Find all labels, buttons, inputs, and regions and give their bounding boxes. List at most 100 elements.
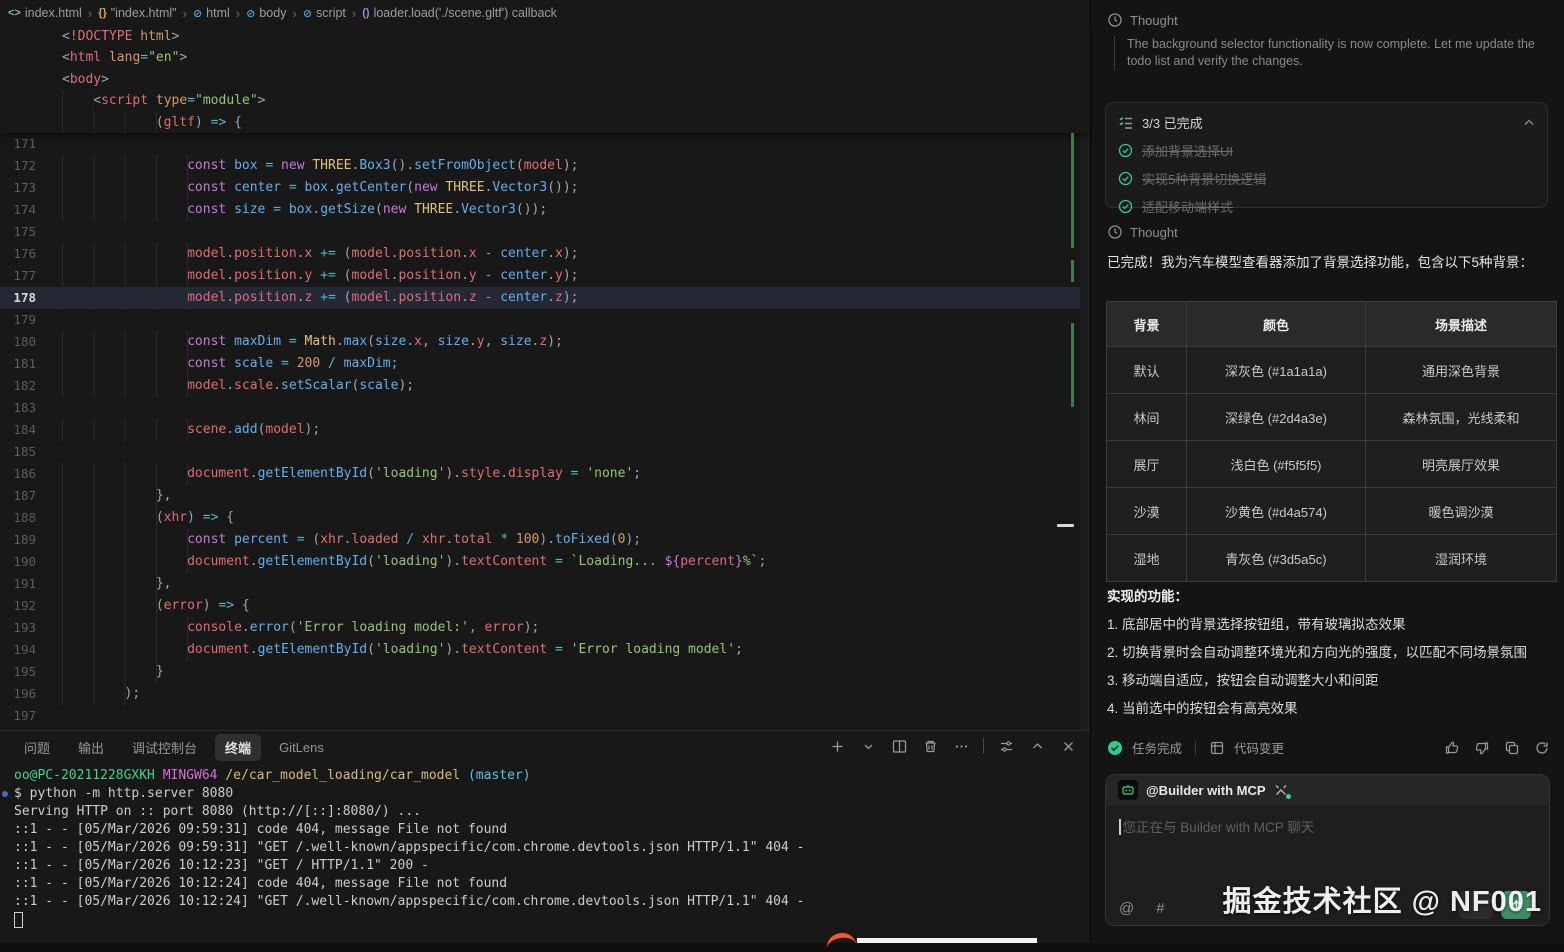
todo-collapse-icon[interactable] bbox=[1523, 117, 1535, 129]
thought-label: Thought bbox=[1130, 13, 1178, 28]
assistant-summary: 已完成！我为汽车模型查看器添加了背景选择功能，包含以下5种背景： bbox=[1107, 253, 1550, 272]
breadcrumb: <>index.html › {}"index.html" › ⊘html › ⊘body ›… bbox=[0, 0, 1090, 26]
new-terminal-icon[interactable] bbox=[825, 734, 849, 758]
table-header: 背景 bbox=[1107, 302, 1187, 347]
more-actions-icon[interactable] bbox=[949, 734, 973, 758]
panel-tab[interactable]: 终端 bbox=[215, 734, 261, 761]
table-cell: 青灰色 (#3d5a5c) bbox=[1187, 535, 1366, 582]
code-changes-label[interactable]: 代码变更 bbox=[1234, 738, 1284, 757]
breadcrumb-item[interactable]: ()loader.load('./scene.gltf') callback bbox=[362, 6, 557, 20]
sticky-scroll: <!DOCTYPE html><html lang="en"><body><sc… bbox=[0, 26, 1090, 133]
thought-body: The background selector functionality is… bbox=[1114, 36, 1548, 70]
todo-item: 适配移动端样式 bbox=[1118, 197, 1535, 216]
panel-tab[interactable]: 调试控制台 bbox=[122, 734, 207, 761]
breadcrumb-item[interactable]: ⊘html bbox=[193, 6, 230, 20]
maximize-panel-icon[interactable] bbox=[1025, 734, 1049, 758]
table-cell: 沙黄色 (#d4a574) bbox=[1187, 488, 1366, 535]
breadcrumb-item[interactable]: {}"index.html" bbox=[98, 6, 176, 20]
terminal-line: ::1 - - [05/Mar/2026 10:12:24] "GET /.we… bbox=[14, 893, 1090, 911]
code-line: 182model.scale.setScalar(scale); bbox=[0, 375, 1090, 397]
assistant-pane: Thought The background selector function… bbox=[1090, 0, 1564, 943]
breadcrumb-item[interactable]: <>index.html bbox=[8, 6, 82, 20]
code-line: 190document.getElementById('loading').te… bbox=[0, 551, 1090, 573]
mcp-tools-icon[interactable] bbox=[1274, 783, 1288, 797]
panel-tab[interactable]: 问题 bbox=[14, 734, 60, 761]
code-line: 185 bbox=[0, 441, 1090, 463]
task-complete-label: 任务完成 bbox=[1132, 738, 1182, 757]
command-decoration bbox=[2, 791, 8, 797]
check-circle-icon bbox=[1118, 199, 1134, 215]
partial-logo-bar bbox=[857, 938, 1037, 943]
breadcrumb-item[interactable]: ⊘body bbox=[246, 6, 286, 20]
close-panel-icon[interactable] bbox=[1056, 734, 1080, 758]
breadcrumb-separator: › bbox=[351, 6, 357, 21]
table-cell: 林间 bbox=[1107, 394, 1187, 441]
kill-terminal-icon[interactable] bbox=[918, 734, 942, 758]
todo-items: 添加背景选择UI实现5种背景切换逻辑适配移动端样式 bbox=[1118, 141, 1535, 216]
code-line: 188(xhr) => { bbox=[0, 507, 1090, 529]
profile-dropdown-icon[interactable] bbox=[856, 734, 880, 758]
features-title: 实现的功能： bbox=[1107, 585, 1550, 605]
thought-clock-icon bbox=[1107, 12, 1123, 28]
feature-item: 4. 当前选中的按钮会有高亮效果 bbox=[1107, 700, 1550, 717]
code-line: 180const maxDim = Math.max(size.x, size.… bbox=[0, 331, 1090, 353]
code-line: 194document.getElementById('loading').te… bbox=[0, 639, 1090, 661]
symbol-element-icon: ⊘ bbox=[193, 7, 202, 20]
sticky-line: <body> bbox=[0, 69, 1090, 90]
sticky-line: <html lang="en"> bbox=[0, 47, 1090, 68]
panel-tab[interactable]: 输出 bbox=[68, 734, 114, 761]
thumbs-down-icon[interactable] bbox=[1474, 740, 1490, 756]
editor-pane: <>index.html › {}"index.html" › ⊘html › ⊘body ›… bbox=[0, 0, 1090, 943]
table-cell: 通用深色背景 bbox=[1366, 347, 1557, 394]
terminal-line: ::1 - - [05/Mar/2026 09:59:31] "GET /.we… bbox=[14, 839, 1090, 857]
code-icon: <> bbox=[8, 7, 21, 19]
sticky-line: (gltf) => { bbox=[0, 112, 1090, 133]
terminal-line bbox=[14, 911, 1090, 929]
mention-icon[interactable]: @ bbox=[1119, 900, 1134, 917]
breadcrumb-item[interactable]: ⊘script bbox=[303, 6, 346, 20]
breadcrumb-separator: › bbox=[291, 6, 297, 21]
table-cell: 展厅 bbox=[1107, 441, 1187, 488]
symbol-element-icon: ⊘ bbox=[246, 7, 255, 20]
code-line: 183 bbox=[0, 397, 1090, 419]
overview-ruler-cursor bbox=[1057, 524, 1074, 527]
table-cell: 浅白色 (#f5f5f5) bbox=[1187, 441, 1366, 488]
table-cell: 暖色调沙漠 bbox=[1366, 488, 1557, 535]
thought-label: Thought bbox=[1130, 225, 1178, 240]
chat-agent-header[interactable]: @Builder with MCP bbox=[1106, 775, 1549, 805]
code-line: 181const scale = 200 / maxDim; bbox=[0, 353, 1090, 375]
breadcrumb-separator: › bbox=[182, 6, 188, 21]
chat-placeholder: 您正在与 Builder with MCP 聊天 bbox=[1123, 820, 1315, 835]
context-hash-icon[interactable]: # bbox=[1156, 900, 1164, 917]
terminal-cursor bbox=[14, 912, 23, 928]
breadcrumb-separator: › bbox=[235, 6, 241, 21]
code-line: 196); bbox=[0, 683, 1090, 705]
divider bbox=[983, 738, 984, 754]
code-editor[interactable]: 171172const box = new THREE.Box3().setFr… bbox=[0, 133, 1090, 730]
copy-icon[interactable] bbox=[1504, 740, 1520, 756]
split-terminal-icon[interactable] bbox=[887, 734, 911, 758]
checklist-icon bbox=[1118, 115, 1134, 131]
editor-scrollbar[interactable] bbox=[1080, 133, 1090, 730]
thumbs-up-icon[interactable] bbox=[1444, 740, 1460, 756]
code-line: 192(error) => { bbox=[0, 595, 1090, 617]
code-line: 171 bbox=[0, 133, 1090, 155]
terminal-output[interactable]: oo@PC-20211228GXKH MINGW64 /e/car_model_… bbox=[0, 767, 1090, 943]
code-line: 175 bbox=[0, 221, 1090, 243]
panel-tab[interactable]: GitLens bbox=[269, 736, 334, 759]
code-line: 178model.position.z += (model.position.z… bbox=[0, 287, 1090, 309]
symbol-callback-icon: () bbox=[362, 7, 369, 19]
watermark: 掘金技术社区 @ NF001 bbox=[1223, 878, 1542, 920]
todo-card: 3/3 已完成 添加背景选择UI实现5种背景切换逻辑适配移动端样式 bbox=[1105, 102, 1548, 208]
terminal-settings-icon[interactable] bbox=[994, 734, 1018, 758]
code-line: 191}, bbox=[0, 573, 1090, 595]
divider bbox=[1195, 741, 1196, 755]
regenerate-icon[interactable] bbox=[1534, 740, 1550, 756]
terminal-line: ::1 - - [05/Mar/2026 10:12:24] code 404,… bbox=[14, 875, 1090, 893]
table-cell: 深灰色 (#1a1a1a) bbox=[1187, 347, 1366, 394]
bottom-panel: 问题输出调试控制台终端 GitLens oo@PC-20211228GXKH MI… bbox=[0, 730, 1090, 943]
feature-item: 3. 移动端自适应，按钮会自动调整大小和间距 bbox=[1107, 672, 1550, 689]
table-row: 湿地青灰色 (#3d5a5c)湿润环境 bbox=[1107, 535, 1557, 582]
code-line: 174const size = box.getSize(new THREE.Ve… bbox=[0, 199, 1090, 221]
table-row: 沙漠沙黄色 (#d4a574)暖色调沙漠 bbox=[1107, 488, 1557, 535]
